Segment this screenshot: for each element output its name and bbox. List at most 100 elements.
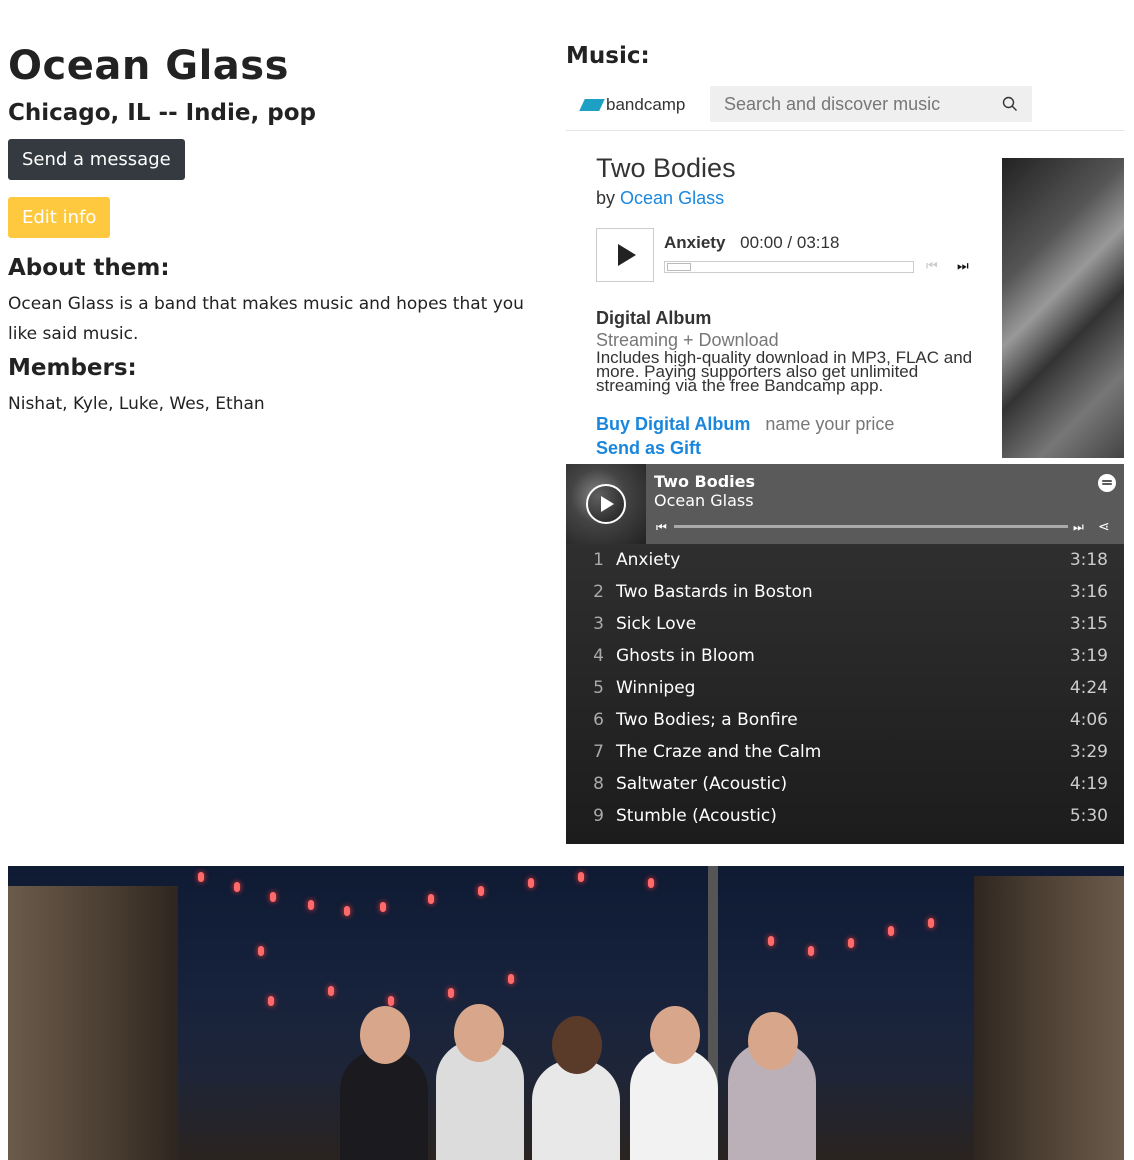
band-photo: [8, 866, 1124, 1160]
track-duration: 5:30: [1069, 806, 1108, 826]
spotify-header: Two Bodies Ocean Glass ⏮ ⏭ ⋖: [566, 464, 1124, 544]
album-art[interactable]: [1002, 158, 1124, 458]
track-duration: 3:19: [1069, 646, 1108, 666]
track-row[interactable]: 7 The Craze and the Calm 3:29: [566, 736, 1124, 768]
bandcamp-track-info: Anxiety 00:00 / 03:18: [664, 233, 839, 253]
bandcamp-progress-handle[interactable]: [667, 263, 691, 271]
photo-light: [648, 878, 654, 888]
about-text: Ocean Glass is a band that makes music a…: [8, 294, 524, 344]
track-row[interactable]: 3 Sick Love 3:15: [566, 608, 1124, 640]
track-number: 8: [593, 774, 604, 794]
bandcamp-logo-text: bandcamp: [606, 95, 686, 114]
spotify-play-button[interactable]: [586, 484, 626, 524]
bandcamp-buy-line: Buy Digital Album name your price: [596, 414, 894, 435]
spotify-album-title[interactable]: Two Bodies: [654, 472, 755, 491]
photo-light: [928, 918, 934, 928]
photo-person-head: [748, 1012, 798, 1070]
track-duration: 3:29: [1069, 742, 1108, 762]
photo-fence-right: [974, 876, 1124, 1160]
track-number: 7: [593, 742, 604, 762]
track-duration: 3:16: [1069, 582, 1108, 602]
bandcamp-logo-icon: [579, 99, 605, 111]
photo-light: [448, 988, 454, 998]
track-duration: 4:19: [1069, 774, 1108, 794]
photo-light: [344, 906, 350, 916]
previous-track-icon[interactable]: ⏮: [656, 520, 667, 535]
bandcamp-search: [710, 86, 1032, 122]
photo-light: [388, 996, 394, 1006]
next-track-icon[interactable]: ⏭: [1073, 520, 1084, 535]
members-heading: Members:: [8, 355, 137, 381]
band-location-genre: Chicago, IL -- Indie, pop: [8, 100, 316, 126]
share-icon[interactable]: ⋖: [1098, 519, 1110, 535]
track-duration: 4:06: [1069, 710, 1108, 730]
photo-light: [768, 936, 774, 946]
photo-light: [508, 974, 514, 984]
photo-person-head: [454, 1004, 504, 1062]
bandcamp-album-title[interactable]: Two Bodies: [596, 153, 736, 184]
photo-light: [848, 938, 854, 948]
track-number: 1: [593, 550, 604, 570]
spotify-artist[interactable]: Ocean Glass: [654, 491, 754, 510]
photo-light: [578, 872, 584, 882]
play-icon: [618, 244, 636, 266]
track-title: Two Bastards in Boston: [616, 582, 813, 602]
track-row[interactable]: 6 Two Bodies; a Bonfire 4:06: [566, 704, 1124, 736]
bandcamp-by-prefix: by: [596, 188, 616, 208]
bandcamp-description: Includes high-quality download in MP3, F…: [596, 348, 973, 395]
spotify-progress-bar[interactable]: [674, 525, 1068, 528]
track-row[interactable]: 9 Stumble (Acoustic) 5:30: [566, 800, 1124, 832]
send-as-gift-link[interactable]: Send as Gift: [596, 438, 701, 459]
spotify-player: Two Bodies Ocean Glass ⏮ ⏭ ⋖ 1 Anxiety 3…: [566, 464, 1124, 844]
photo-light: [478, 886, 484, 896]
track-row[interactable]: 4 Ghosts in Bloom 3:19: [566, 640, 1124, 672]
bandcamp-byline: by Ocean Glass: [596, 188, 724, 209]
photo-light: [328, 986, 334, 996]
members-text: Nishat, Kyle, Luke, Wes, Ethan: [8, 394, 265, 414]
previous-track-icon[interactable]: ⏮: [926, 259, 938, 274]
photo-person-head: [552, 1016, 602, 1074]
track-row[interactable]: 2 Two Bastards in Boston 3:16: [566, 576, 1124, 608]
photo-person: [532, 1060, 620, 1160]
price-label: name your price: [765, 414, 895, 434]
bandcamp-player: Two Bodies by Ocean Glass Anxiety 00:00 …: [566, 145, 1124, 463]
track-title: Sick Love: [616, 614, 697, 634]
track-row[interactable]: 1 Anxiety 3:18: [566, 544, 1124, 576]
photo-person-head: [360, 1006, 410, 1064]
edit-info-button[interactable]: Edit info: [8, 197, 111, 238]
track-number: 9: [593, 806, 604, 826]
send-message-button[interactable]: Send a message: [8, 139, 185, 180]
buy-digital-album-link[interactable]: Buy Digital Album: [596, 414, 750, 434]
spotify-logo-icon[interactable]: [1098, 474, 1116, 492]
next-track-icon[interactable]: ⏭: [957, 259, 969, 274]
track-row[interactable]: 5 Winnipeg 4:24: [566, 672, 1124, 704]
bandcamp-artist-link[interactable]: Ocean Glass: [620, 188, 724, 208]
track-title: Winnipeg: [616, 678, 696, 698]
photo-light: [808, 946, 814, 956]
track-number: 2: [593, 582, 604, 602]
track-duration: 3:15: [1069, 614, 1108, 634]
track-duration: 4:24: [1069, 678, 1108, 698]
photo-light: [528, 878, 534, 888]
photo-light: [270, 892, 276, 902]
track-title: Two Bodies; a Bonfire: [616, 710, 798, 730]
photo-person: [340, 1050, 428, 1160]
track-number: 6: [593, 710, 604, 730]
bandcamp-play-button[interactable]: [596, 228, 654, 282]
photo-person-head: [650, 1006, 700, 1064]
bandcamp-logo[interactable]: bandcamp: [579, 94, 686, 116]
bandcamp-search-input[interactable]: [710, 93, 990, 115]
photo-light: [258, 946, 264, 956]
band-name: Ocean Glass: [8, 43, 289, 89]
search-icon[interactable]: [1002, 96, 1018, 112]
track-row[interactable]: 8 Saltwater (Acoustic) 4:19: [566, 768, 1124, 800]
photo-light: [234, 882, 240, 892]
music-heading: Music:: [566, 43, 650, 69]
track-duration: 3:18: [1069, 550, 1108, 570]
bandcamp-progress-bar[interactable]: [664, 261, 914, 273]
track-number: 4: [593, 646, 604, 666]
photo-light: [380, 902, 386, 912]
track-title: Ghosts in Bloom: [616, 646, 755, 666]
photo-light: [308, 900, 314, 910]
spotify-cover-art[interactable]: [566, 464, 646, 544]
